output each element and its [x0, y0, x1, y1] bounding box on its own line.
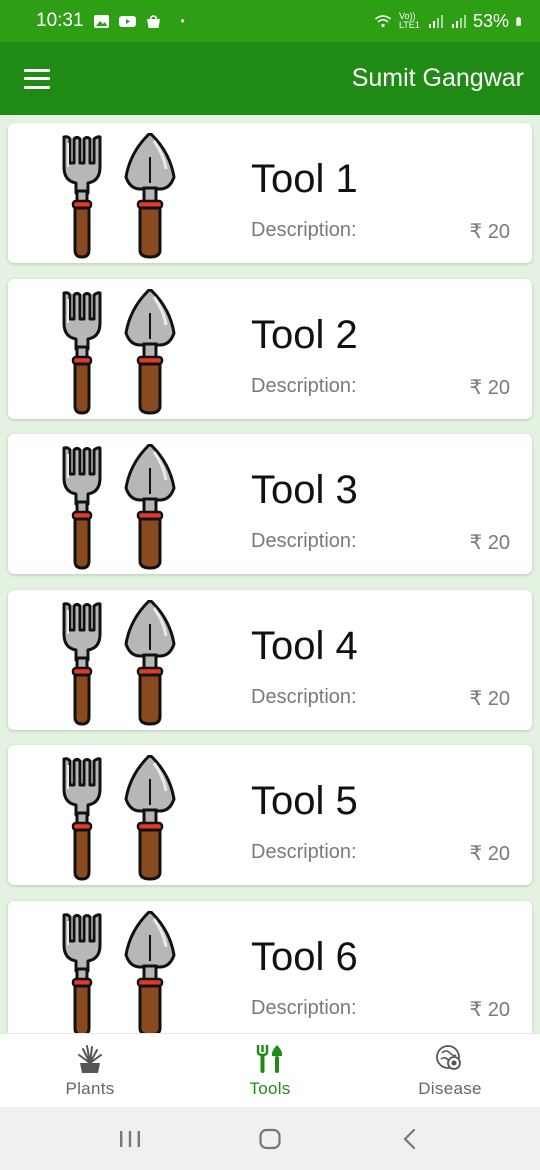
tools-list[interactable]: Tool 1 Description: ₹ 20 Tool 2 Descript… — [0, 115, 540, 1033]
system-navigation-bar — [0, 1107, 540, 1170]
nav-item-plants[interactable]: Plants — [0, 1034, 180, 1107]
status-time: 10:31 — [36, 10, 84, 31]
tool-price: ₹ 20 — [469, 221, 510, 243]
disease-icon — [436, 1044, 461, 1070]
nav-label-tools: Tools — [249, 1078, 291, 1098]
nav-label-plants: Plants — [65, 1078, 115, 1098]
tool-description: Description: — [251, 685, 357, 708]
plant-icon — [78, 1044, 102, 1073]
tool-card[interactable]: Tool 4 Description: ₹ 20 — [8, 589, 532, 730]
recent-apps-button[interactable] — [110, 1119, 150, 1159]
status-dot: • — [180, 14, 185, 28]
tool-description: Description: — [251, 219, 357, 241]
app-bar: Sumit Gangwar — [0, 42, 540, 115]
nav-item-tools[interactable]: Tools — [180, 1034, 360, 1107]
garden-tools-image — [62, 444, 176, 570]
youtube-icon — [118, 15, 136, 27]
status-bar: 10:31 • Vo)) LTE1 53% — [0, 0, 540, 42]
tool-description: Description: — [251, 530, 357, 552]
hamburger-menu-icon[interactable] — [22, 67, 52, 91]
network-label: Vo)) LTE1 — [398, 11, 420, 30]
tool-card[interactable]: Tool 5 Description: ₹ 20 — [8, 745, 532, 885]
tool-title: Tool 5 — [251, 779, 358, 823]
tool-title: Tool 1 — [251, 157, 358, 201]
tool-price: ₹ 20 — [469, 843, 510, 865]
tool-price: ₹ 20 — [469, 532, 510, 554]
tool-description: Description: — [251, 996, 357, 1019]
garden-tools-image — [62, 755, 176, 881]
battery-icon — [516, 16, 521, 26]
tool-title: Tool 6 — [251, 934, 358, 979]
back-button[interactable] — [390, 1119, 430, 1159]
tool-price: ₹ 20 — [469, 687, 510, 710]
tool-price: ₹ 20 — [469, 998, 510, 1021]
garden-tools-image — [62, 599, 176, 726]
home-icon — [259, 1128, 281, 1149]
nav-item-disease[interactable]: Disease — [360, 1034, 540, 1107]
battery-percent: 53% — [472, 10, 509, 31]
tool-card[interactable]: Tool 3 Description: ₹ 20 — [8, 434, 532, 574]
home-button[interactable] — [250, 1119, 290, 1159]
tool-title: Tool 3 — [251, 468, 358, 512]
tool-card[interactable]: Tool 2 Description: ₹ 20 — [8, 278, 532, 419]
wifi-icon — [375, 14, 391, 27]
shopping-bag-icon — [146, 14, 160, 28]
tool-description: Description: — [251, 374, 357, 397]
gallery-icon — [93, 14, 109, 28]
app-title: Sumit Gangwar — [351, 64, 524, 92]
tool-title: Tool 4 — [251, 623, 358, 668]
garden-tools-image — [62, 133, 176, 259]
bottom-navigation: Plants Tools Disease — [0, 1033, 540, 1107]
garden-tools-image — [62, 910, 176, 1033]
tool-price: ₹ 20 — [469, 376, 510, 399]
tool-card[interactable]: Tool 1 Description: ₹ 20 — [8, 123, 532, 263]
back-icon — [403, 1128, 416, 1149]
tool-description: Description: — [251, 841, 357, 863]
nav-label-disease: Disease — [418, 1078, 482, 1098]
recent-apps-icon — [120, 1130, 140, 1147]
garden-tools-image — [62, 288, 176, 415]
tool-card[interactable]: Tool 6 Description: ₹ 20 — [8, 900, 532, 1033]
garden-tools-icon — [256, 1044, 283, 1073]
tool-title: Tool 2 — [251, 312, 358, 357]
signal-icon — [428, 14, 443, 28]
signal-icon — [451, 14, 466, 28]
